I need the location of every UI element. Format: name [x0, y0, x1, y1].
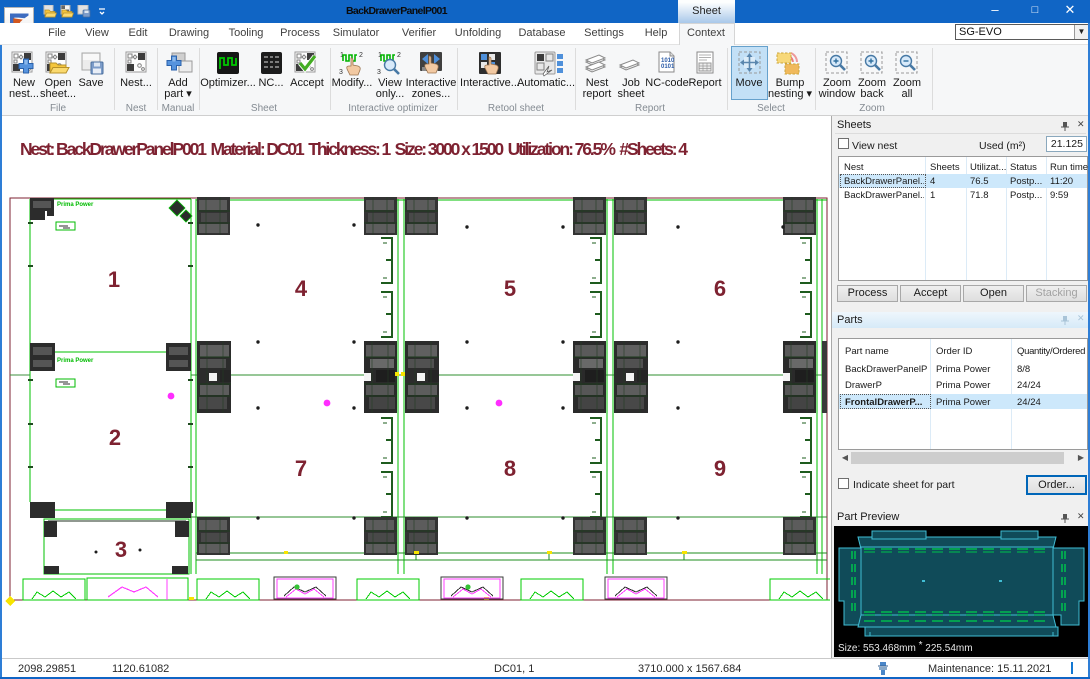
svg-text:3: 3	[377, 69, 381, 76]
svg-text:5: 5	[504, 276, 516, 301]
svg-text:7: 7	[295, 456, 307, 481]
svg-text:1: 1	[108, 267, 120, 292]
svg-text:2: 2	[109, 425, 121, 450]
svg-text:3: 3	[115, 537, 127, 562]
svg-text:9: 9	[714, 456, 726, 481]
svg-text:2: 2	[359, 52, 363, 59]
svg-text:Prima Power: Prima Power	[57, 358, 94, 364]
svg-text:4: 4	[295, 276, 308, 301]
svg-text:3: 3	[339, 69, 343, 76]
svg-text:6: 6	[714, 276, 726, 301]
svg-text:8: 8	[504, 456, 516, 481]
svg-text:Size: 553.468mm * 225.54mm: Size: 553.468mm * 225.54mm	[838, 640, 973, 654]
svg-text:Prima Power: Prima Power	[57, 202, 94, 208]
svg-text:0101: 0101	[661, 64, 675, 70]
svg-text:Nest: BackDrawerPanelP001 Mat: Nest: BackDrawerPanelP001 Material: DC01…	[20, 139, 688, 159]
svg-text:2: 2	[397, 52, 401, 59]
